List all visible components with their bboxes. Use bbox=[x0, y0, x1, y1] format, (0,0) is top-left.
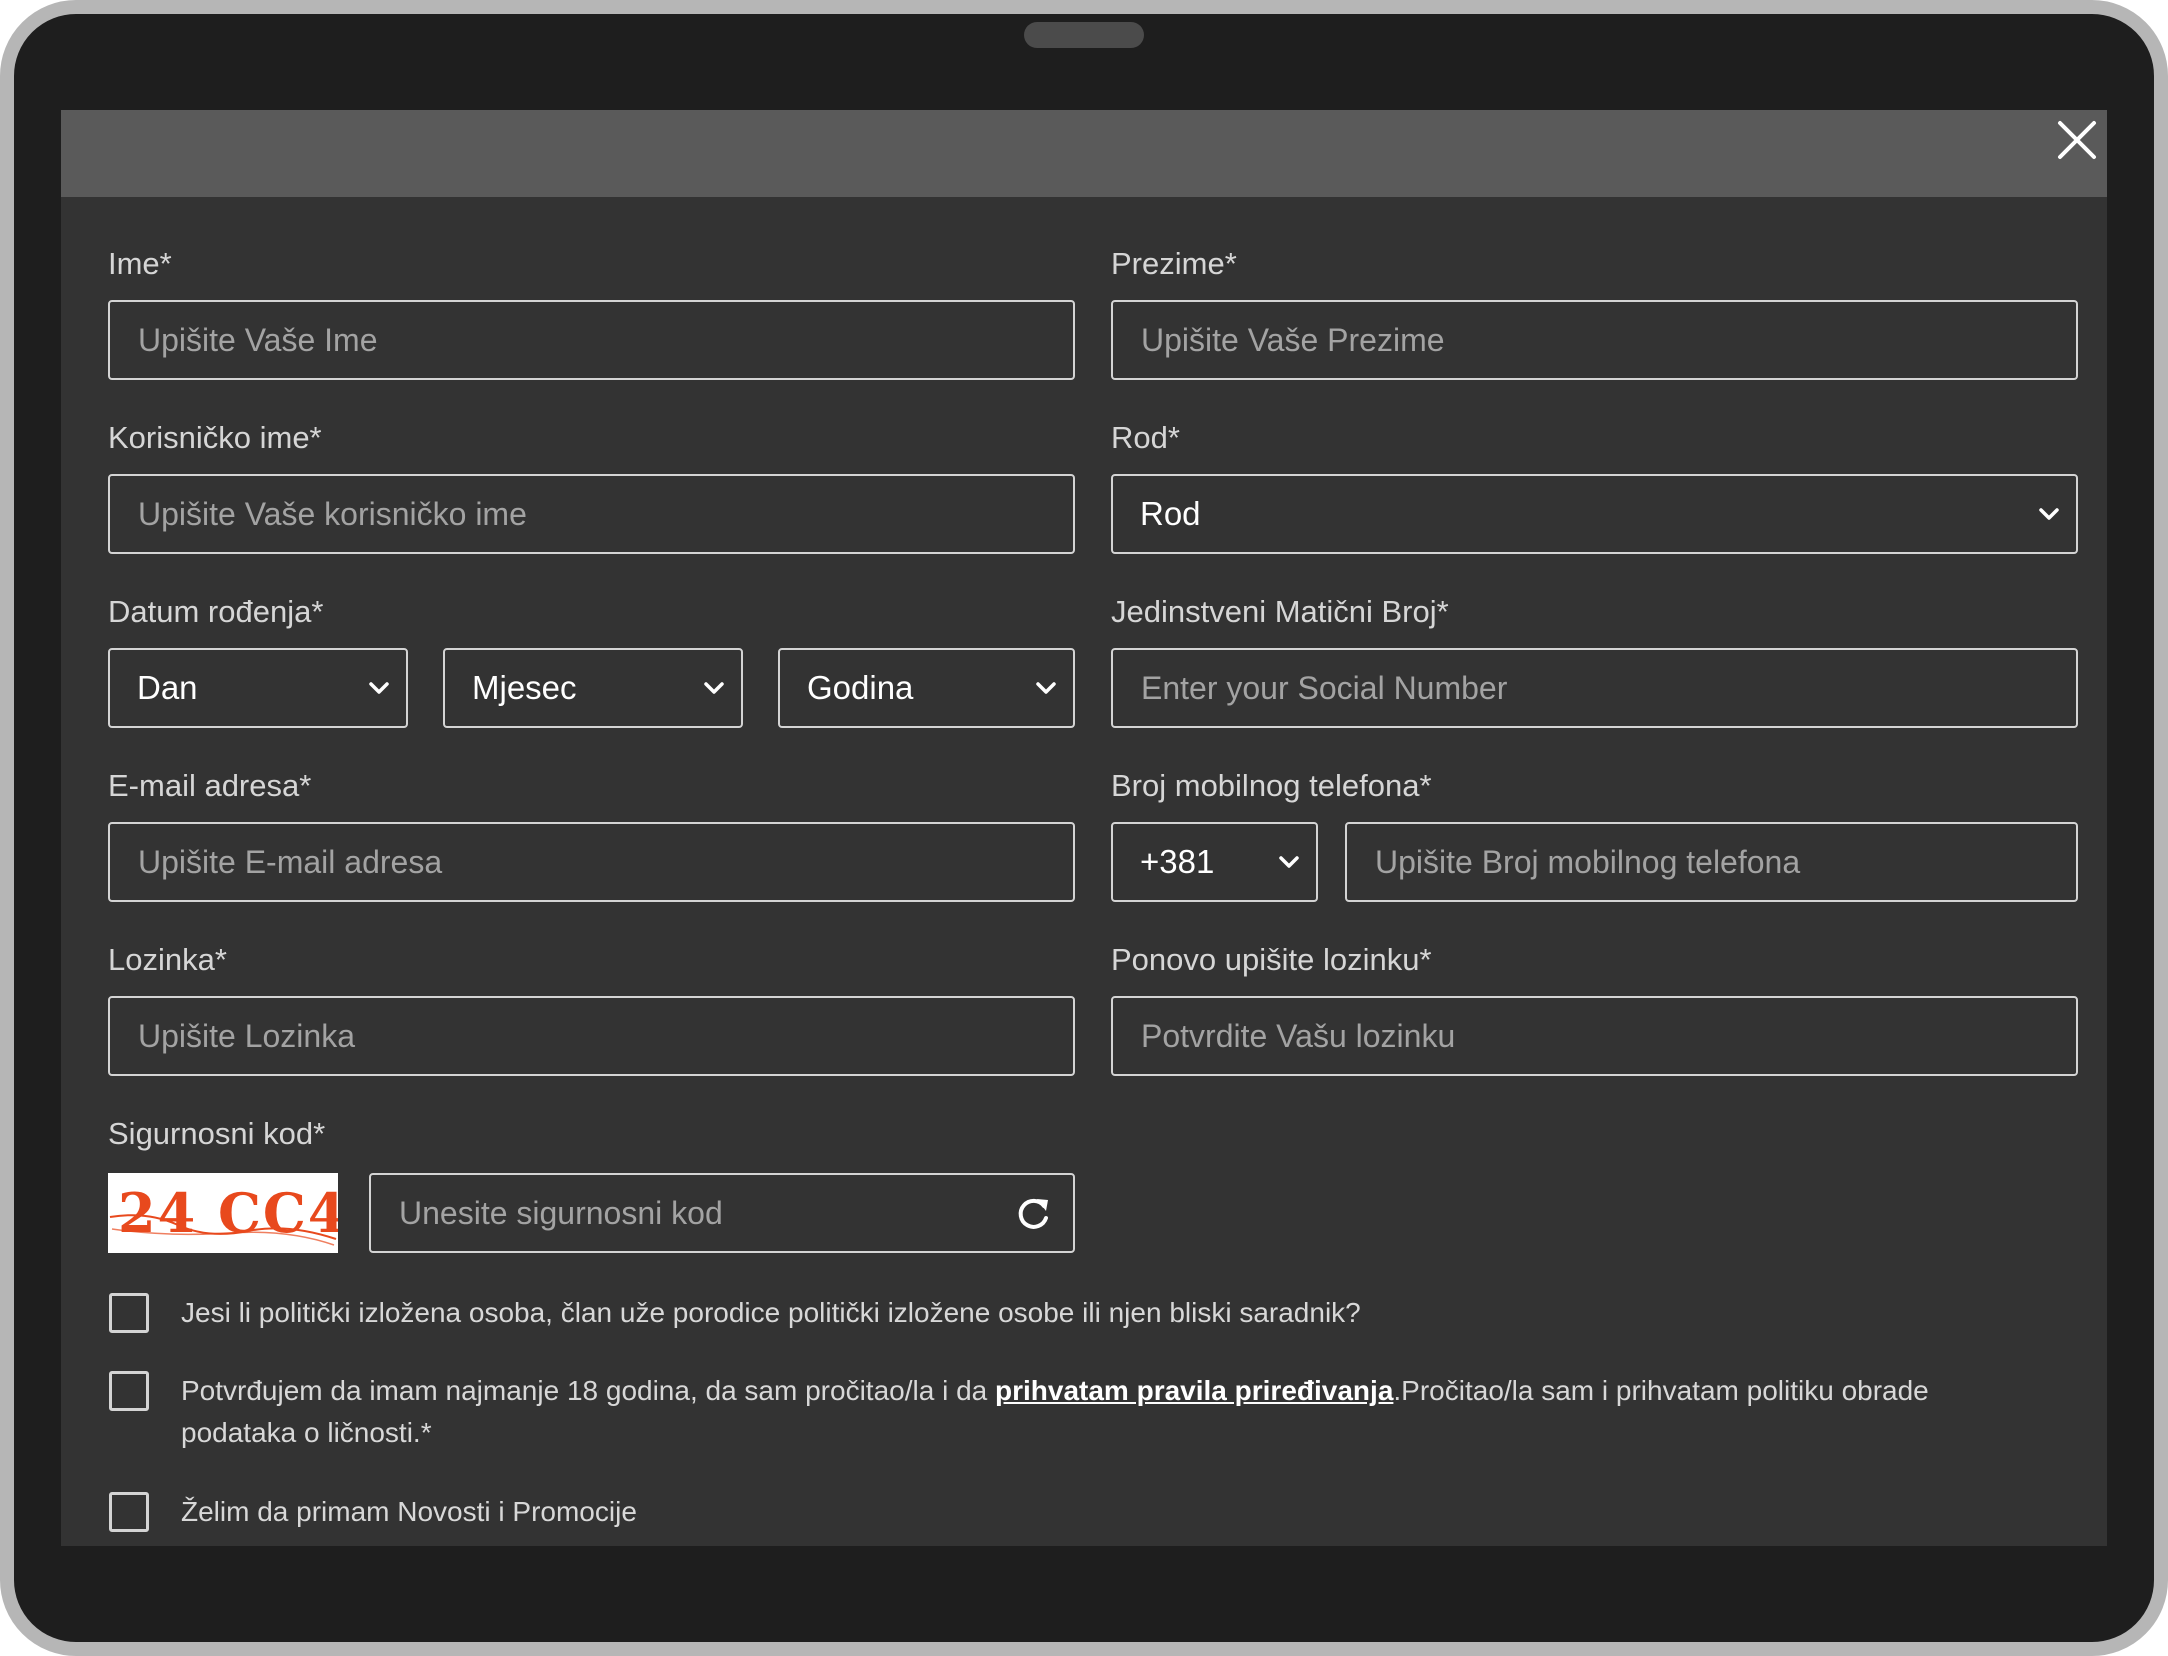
captcha-label: Sigurnosni kod* bbox=[108, 1116, 326, 1151]
phone-input[interactable] bbox=[1347, 824, 2076, 900]
last-name-field bbox=[1111, 300, 2078, 380]
chevron-down-icon bbox=[704, 682, 724, 694]
close-icon bbox=[2058, 121, 2096, 159]
terms-text-before: Potvrđujem da imam najmanje 18 godina, d… bbox=[181, 1375, 995, 1406]
birth-year-select[interactable]: Godina bbox=[778, 648, 1075, 728]
chevron-down-icon bbox=[1036, 682, 1056, 694]
news-checkbox-label: Želim da primam Novosti i Promocije bbox=[181, 1496, 637, 1527]
gender-select-value: Rod bbox=[1140, 495, 1201, 532]
password-field bbox=[108, 996, 1075, 1076]
first-name-label: Ime* bbox=[108, 246, 172, 281]
terms-checkbox-label: Potvrđujem da imam najmanje 18 godina, d… bbox=[181, 1370, 2051, 1454]
last-name-label: Prezime* bbox=[1111, 246, 1237, 281]
device-notch bbox=[1024, 22, 1144, 48]
email-input[interactable] bbox=[110, 824, 1073, 900]
terms-link[interactable]: prihvatam pravila priređivanja bbox=[995, 1375, 1393, 1406]
password-label: Lozinka* bbox=[108, 942, 227, 977]
country-code-select[interactable]: +381 bbox=[1111, 822, 1318, 902]
jmbg-input[interactable] bbox=[1113, 650, 2076, 726]
username-label: Korisničko ime* bbox=[108, 420, 322, 455]
captcha-image: 24 CC4 bbox=[108, 1173, 338, 1253]
birth-day-select[interactable]: Dan bbox=[108, 648, 408, 728]
password-confirm-input[interactable] bbox=[1113, 998, 2076, 1074]
first-name-input[interactable] bbox=[110, 302, 1073, 378]
birth-date-label: Datum rođenja* bbox=[108, 594, 324, 629]
password-confirm-label: Ponovo upišite lozinku* bbox=[1111, 942, 1432, 977]
password-input[interactable] bbox=[110, 998, 1073, 1074]
gender-select[interactable]: Rod bbox=[1111, 474, 2078, 554]
phone-field bbox=[1345, 822, 2078, 902]
chevron-down-icon bbox=[2039, 508, 2059, 520]
email-field bbox=[108, 822, 1075, 902]
birth-year-value: Godina bbox=[807, 669, 914, 706]
captcha-field bbox=[369, 1173, 1075, 1253]
captcha-input[interactable] bbox=[371, 1175, 1073, 1251]
news-checkbox[interactable] bbox=[109, 1492, 149, 1532]
chevron-down-icon bbox=[1279, 856, 1299, 868]
birth-month-value: Mjesec bbox=[472, 669, 577, 706]
terms-checkbox[interactable] bbox=[109, 1371, 149, 1411]
pep-checkbox-label: Jesi li politički izložena osoba, član u… bbox=[181, 1297, 1361, 1328]
refresh-icon[interactable] bbox=[1013, 1194, 1053, 1234]
close-button[interactable] bbox=[2047, 110, 2107, 170]
captcha-code: 24 CC4 bbox=[118, 1181, 338, 1245]
modal-header bbox=[61, 110, 2107, 197]
email-label: E-mail adresa* bbox=[108, 768, 312, 803]
pep-checkbox[interactable] bbox=[109, 1293, 149, 1333]
first-name-field bbox=[108, 300, 1075, 380]
country-code-value: +381 bbox=[1140, 843, 1215, 880]
phone-label: Broj mobilnog telefona* bbox=[1111, 768, 1432, 803]
jmbg-label: Jedinstveni Matični Broj* bbox=[1111, 594, 1449, 629]
password-confirm-field bbox=[1111, 996, 2078, 1076]
username-input[interactable] bbox=[110, 476, 1073, 552]
last-name-input[interactable] bbox=[1113, 302, 2076, 378]
birth-month-select[interactable]: Mjesec bbox=[443, 648, 743, 728]
username-field bbox=[108, 474, 1075, 554]
chevron-down-icon bbox=[369, 682, 389, 694]
gender-label: Rod* bbox=[1111, 420, 1180, 455]
jmbg-field bbox=[1111, 648, 2078, 728]
birth-day-value: Dan bbox=[137, 669, 198, 706]
registration-modal: Ime* Prezime* Korisničko ime* Rod* Rod D… bbox=[61, 110, 2107, 1546]
